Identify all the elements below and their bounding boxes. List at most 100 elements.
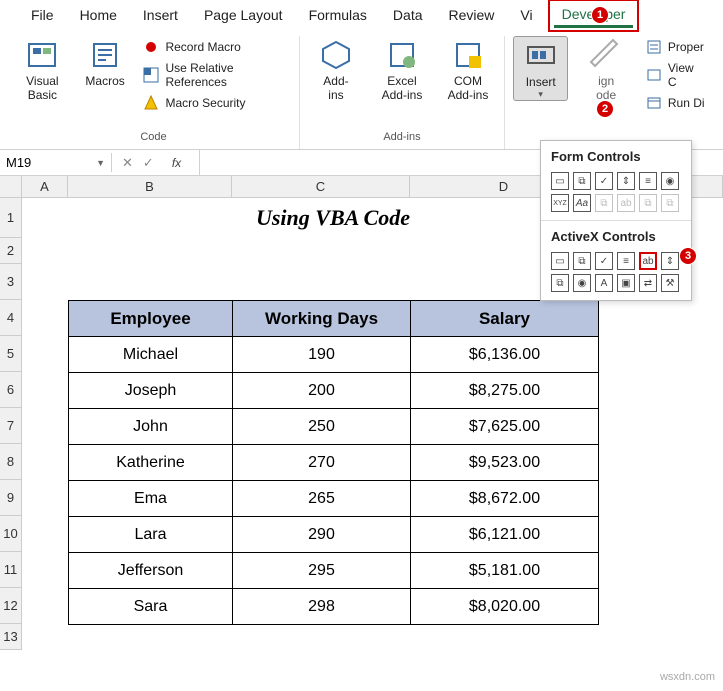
ax-scrollbar-icon[interactable]: ⇕ <box>661 252 679 270</box>
cell-employee[interactable]: Katherine <box>69 445 233 481</box>
row-header-6[interactable]: 6 <box>0 372 22 408</box>
select-all-corner[interactable] <box>0 176 22 198</box>
cell-salary[interactable]: $8,275.00 <box>411 373 599 409</box>
table-row: Ema265$8,672.00 <box>69 481 599 517</box>
cell-employee[interactable]: John <box>69 409 233 445</box>
form-scrollbar-icon: ⧉ <box>595 194 613 212</box>
cell-days[interactable]: 270 <box>233 445 411 481</box>
group-code: Visual Basic Macros Record Macro Use Rel… <box>8 36 300 149</box>
form-label-icon[interactable]: Aa <box>573 194 591 212</box>
form-combo-icon[interactable]: ⧉ <box>573 172 591 190</box>
cell-salary[interactable]: $7,625.00 <box>411 409 599 445</box>
col-header-a[interactable]: A <box>22 176 68 198</box>
callout-3: 3 <box>679 247 697 265</box>
row-header-4[interactable]: 4 <box>0 300 22 336</box>
tab-page-layout[interactable]: Page Layout <box>191 2 296 28</box>
data-table: Employee Working Days Salary Michael190$… <box>68 300 599 625</box>
cell-days[interactable]: 250 <box>233 409 411 445</box>
callout-1: 1 <box>591 6 609 24</box>
visual-basic-button[interactable]: Visual Basic <box>16 36 69 102</box>
design-mode-button[interactable]: ign ode <box>578 36 633 102</box>
row-header-2[interactable]: 2 <box>0 238 22 264</box>
ax-option-icon[interactable]: ◉ <box>573 274 591 292</box>
use-relative-button[interactable]: Use Relative References <box>141 60 290 90</box>
ax-checkbox-icon[interactable]: ✓ <box>595 252 613 270</box>
fx-icon[interactable]: fx <box>164 156 189 170</box>
row-header-10[interactable]: 10 <box>0 516 22 552</box>
visual-basic-icon <box>25 38 59 72</box>
visual-basic-label: Visual Basic <box>26 74 58 102</box>
cell-days[interactable]: 200 <box>233 373 411 409</box>
cell-salary[interactable]: $9,523.00 <box>411 445 599 481</box>
ax-combo-icon[interactable]: ⧉ <box>573 252 591 270</box>
enter-formula-icon[interactable]: ✓ <box>143 155 154 171</box>
cell-employee[interactable]: Joseph <box>69 373 233 409</box>
ax-image-icon[interactable]: ▣ <box>617 274 635 292</box>
row-header-11[interactable]: 11 <box>0 552 22 588</box>
tab-formulas[interactable]: Formulas <box>296 2 380 28</box>
tab-review[interactable]: Review <box>436 2 508 28</box>
cell-days[interactable]: 298 <box>233 589 411 625</box>
run-dialog-icon <box>646 95 662 111</box>
row-header-13[interactable]: 13 <box>0 624 22 650</box>
cell-salary[interactable]: $6,136.00 <box>411 337 599 373</box>
cancel-formula-icon[interactable]: ✕ <box>122 155 133 171</box>
cell-salary[interactable]: $5,181.00 <box>411 553 599 589</box>
ax-toggle-icon[interactable]: ⇄ <box>639 274 657 292</box>
ax-textbox-icon[interactable]: ab <box>639 252 657 270</box>
ax-button-icon[interactable]: ▭ <box>551 252 569 270</box>
cell-salary[interactable]: $8,020.00 <box>411 589 599 625</box>
row-header-7[interactable]: 7 <box>0 408 22 444</box>
macro-security-button[interactable]: Macro Security <box>141 94 290 112</box>
form-button-icon[interactable]: ▭ <box>551 172 569 190</box>
ax-more-icon[interactable]: ⚒ <box>661 274 679 292</box>
name-box[interactable]: M19 ▼ <box>0 153 112 172</box>
col-header-c[interactable]: C <box>232 176 410 198</box>
properties-button[interactable]: Proper <box>644 38 707 56</box>
cell-days[interactable]: 190 <box>233 337 411 373</box>
record-macro-icon <box>143 39 159 55</box>
addins-button[interactable]: Add- ins <box>308 36 364 102</box>
cell-days[interactable]: 295 <box>233 553 411 589</box>
cell-salary[interactable]: $6,121.00 <box>411 517 599 553</box>
insert-control-button[interactable]: Insert ▾ <box>513 36 568 101</box>
row-header-12[interactable]: 12 <box>0 588 22 624</box>
tab-insert[interactable]: Insert <box>130 2 191 28</box>
row-header-1[interactable]: 1 <box>0 198 22 238</box>
group-code-label: Code <box>140 128 166 149</box>
run-dialog-button[interactable]: Run Di <box>644 94 707 112</box>
form-option-icon[interactable]: ◉ <box>661 172 679 190</box>
row-header-3[interactable]: 3 <box>0 264 22 300</box>
cell-days[interactable]: 290 <box>233 517 411 553</box>
record-macro-button[interactable]: Record Macro <box>141 38 290 56</box>
macros-button[interactable]: Macros <box>79 36 132 88</box>
view-code-button[interactable]: View C <box>644 60 707 90</box>
col-header-b[interactable]: B <box>68 176 232 198</box>
tab-home[interactable]: Home <box>67 2 130 28</box>
ax-spin-icon[interactable]: ⧉ <box>551 274 569 292</box>
cell-employee[interactable]: Michael <box>69 337 233 373</box>
row-header-9[interactable]: 9 <box>0 480 22 516</box>
form-listbox-icon[interactable]: ≡ <box>639 172 657 190</box>
tab-view-partial[interactable]: Vi <box>507 2 545 28</box>
ax-listbox-icon[interactable]: ≡ <box>617 252 635 270</box>
form-checkbox-icon[interactable]: ✓ <box>595 172 613 190</box>
tab-file[interactable]: File <box>18 2 67 28</box>
cell-employee[interactable]: Lara <box>69 517 233 553</box>
cell-employee[interactable]: Sara <box>69 589 233 625</box>
excel-addins-button[interactable]: Excel Add-ins <box>374 36 430 102</box>
use-relative-label: Use Relative References <box>165 61 288 89</box>
cell-employee[interactable]: Jefferson <box>69 553 233 589</box>
com-addins-button[interactable]: COM Add-ins <box>440 36 496 102</box>
row-header-5[interactable]: 5 <box>0 336 22 372</box>
tab-data[interactable]: Data <box>380 2 436 28</box>
cell-employee[interactable]: Ema <box>69 481 233 517</box>
name-box-dropdown-icon[interactable]: ▼ <box>96 158 105 168</box>
ax-label-icon[interactable]: A <box>595 274 613 292</box>
cell-days[interactable]: 265 <box>233 481 411 517</box>
table-row: John250$7,625.00 <box>69 409 599 445</box>
form-spin-icon[interactable]: ⇕ <box>617 172 635 190</box>
form-groupbox-icon[interactable]: XYZ <box>551 194 569 212</box>
row-header-8[interactable]: 8 <box>0 444 22 480</box>
cell-salary[interactable]: $8,672.00 <box>411 481 599 517</box>
